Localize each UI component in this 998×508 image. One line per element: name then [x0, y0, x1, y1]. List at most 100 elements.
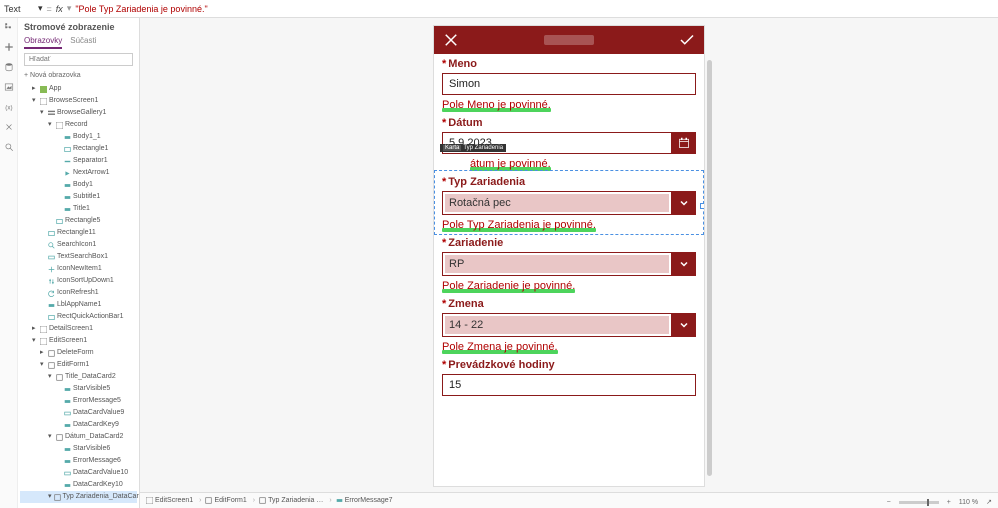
tree-node[interactable]: ErrorMessage5	[20, 395, 137, 407]
zoom-level: 110 %	[959, 499, 978, 506]
tree-list[interactable]: ▸App ▾BrowseScreen1 ▾BrowseGallery1 ▾Rec…	[18, 83, 139, 508]
label-zmena: Zmena	[448, 298, 483, 310]
tree-node[interactable]: ▾EditScreen1	[20, 335, 137, 347]
tree-node[interactable]: ErrorMessage6	[20, 455, 137, 467]
formula-value[interactable]: "Pole Typ Zariadenia je povinné."	[75, 4, 207, 14]
chevron-down-icon[interactable]	[672, 191, 696, 215]
app-topbar	[434, 26, 704, 54]
fx-icon[interactable]: fx	[56, 4, 63, 14]
tree-title: Stromové zobrazenie	[18, 18, 139, 34]
variables-icon[interactable]: (x)	[4, 102, 14, 112]
tree-node[interactable]: ▾Title_DataCard2	[20, 371, 137, 383]
field-zariadenie: *Zariadenie RP Pole Zariadenie je povinn…	[436, 233, 702, 294]
tab-screens[interactable]: Obrazovky	[24, 34, 62, 49]
field-meno: *Meno Pole Meno je povinné.	[436, 54, 702, 113]
breadcrumb-item[interactable]: EditForm1	[205, 497, 255, 504]
tree-node[interactable]: Rectangle5	[20, 215, 137, 227]
tree-node[interactable]: ▾BrowseScreen1	[20, 95, 137, 107]
tree-search-input[interactable]	[24, 53, 133, 66]
tree-node[interactable]: IconRefresh1	[20, 287, 137, 299]
label-meno: Meno	[448, 58, 477, 70]
chevron-down-icon[interactable]: ▾	[38, 3, 43, 14]
left-rail: (x)	[0, 18, 18, 508]
tree-node[interactable]: ▸DeleteForm	[20, 347, 137, 359]
tree-node-app[interactable]: ▸App	[20, 83, 137, 95]
tree-node[interactable]: Rectangle11	[20, 227, 137, 239]
tree-node[interactable]: NextArrow1	[20, 167, 137, 179]
zoom-in-icon[interactable]: +	[947, 499, 951, 506]
tree-node[interactable]: Body1_1	[20, 131, 137, 143]
input-prev[interactable]	[442, 374, 696, 396]
tree-node[interactable]: Title1	[20, 203, 137, 215]
check-icon[interactable]	[678, 31, 696, 49]
close-icon[interactable]	[442, 31, 460, 49]
selection-handle[interactable]	[700, 203, 704, 209]
tree-node[interactable]: StarVisible5	[20, 383, 137, 395]
tree-node[interactable]: Rectangle1	[20, 143, 137, 155]
tree-node[interactable]: ▾EditForm1	[20, 359, 137, 371]
breadcrumb-item[interactable]: Typ Zariadenia …	[259, 497, 332, 504]
tree-view-icon[interactable]	[4, 22, 14, 32]
property-selector[interactable]: Text	[4, 4, 34, 14]
required-asterisk: *	[442, 58, 446, 70]
tree-node[interactable]: DataCardValue9	[20, 407, 137, 419]
formula-bar: Text ▾ = fx ▾ "Pole Typ Zariadenia je po…	[0, 0, 998, 18]
equals-sign: =	[47, 4, 52, 14]
tree-node[interactable]: ▾Record	[20, 119, 137, 131]
new-screen-button[interactable]: + Nová obrazovka	[18, 70, 139, 83]
breadcrumb-item[interactable]: ErrorMessage7	[336, 497, 393, 504]
field-prevadzkove: *Prevádzkové hodiny	[436, 355, 702, 396]
error-zar: Pole Zariadenie je povinné.	[442, 280, 575, 292]
calendar-icon[interactable]	[672, 132, 696, 154]
field-datum: *Dátum KartaTyp Zariadenia átum je povin…	[436, 113, 702, 172]
tree-node[interactable]: IconNewItem1	[20, 263, 137, 275]
error-typ: Pole Typ Zariadenia je povinné.	[442, 219, 596, 231]
zoom-out-icon[interactable]: −	[887, 499, 891, 506]
tree-node[interactable]: Separator1	[20, 155, 137, 167]
chevron-down-icon[interactable]	[672, 252, 696, 276]
tree-node[interactable]: ▾BrowseGallery1	[20, 107, 137, 119]
dropdown-zariadenie[interactable]: RP	[442, 252, 672, 276]
tree-node[interactable]: RectQuickActionBar1	[20, 311, 137, 323]
tree-node-selected[interactable]: ▾Typ Zariadenia_DataCard2	[20, 491, 137, 503]
tree-node[interactable]: TextSearchBox1	[20, 251, 137, 263]
tree-node[interactable]: DataCardKey10	[20, 479, 137, 491]
tree-node[interactable]: Body1	[20, 179, 137, 191]
canvas-area: *Meno Pole Meno je povinné. * Dátum	[140, 18, 998, 508]
label-typ: Typ Zariadenia	[448, 176, 525, 188]
svg-text:(x): (x)	[5, 105, 12, 112]
tree-node[interactable]: DataCardValue10	[20, 467, 137, 479]
breadcrumb-item[interactable]: EditScreen1	[146, 497, 201, 504]
error-zmena: Pole Zmena je povinné.	[442, 341, 558, 353]
input-meno[interactable]	[442, 73, 696, 95]
tree-node[interactable]: SearchIcon1	[20, 239, 137, 251]
tree-node[interactable]: IconSortUpDown1	[20, 275, 137, 287]
status-bar: − + 110 % ↗	[887, 498, 992, 506]
tree-node[interactable]: DataCardKey9	[20, 419, 137, 431]
breadcrumb: EditScreen1 EditForm1 Typ Zariadenia … E…	[140, 492, 998, 508]
media-icon[interactable]	[4, 82, 14, 92]
chevron-down-icon[interactable]	[672, 313, 696, 337]
dropdown-typ[interactable]: Rotačná pec	[442, 191, 672, 215]
label-zar: Zariadenie	[448, 237, 503, 249]
scrollbar[interactable]	[707, 60, 712, 476]
card-tag: KartaTyp Zariadenia	[440, 144, 506, 152]
label-datum: Dátum	[448, 117, 482, 129]
field-typ-zariadenia[interactable]: *Typ Zariadenia Rotačná pec Pole Typ Zar…	[436, 172, 702, 233]
tree-node[interactable]: ▾Dátum_DataCard2	[20, 431, 137, 443]
tree-node[interactable]: ▸DetailScreen1	[20, 323, 137, 335]
tab-components[interactable]: Súčasti	[70, 34, 96, 49]
field-zmena: *Zmena 14 - 22 Pole Zmena je povinné.	[436, 294, 702, 355]
data-icon[interactable]	[4, 62, 14, 72]
search-icon[interactable]	[4, 142, 14, 152]
dropdown-zmena[interactable]: 14 - 22	[442, 313, 672, 337]
tree-node[interactable]: Subtitle1	[20, 191, 137, 203]
popout-icon[interactable]: ↗	[986, 498, 992, 506]
tree-node[interactable]: LblAppName1	[20, 299, 137, 311]
phone-preview: *Meno Pole Meno je povinné. * Dátum	[434, 26, 704, 486]
tree-node[interactable]: StarVisible6	[20, 443, 137, 455]
insert-icon[interactable]	[4, 42, 14, 52]
label-prev: Prevádzkové hodiny	[448, 359, 554, 371]
advanced-icon[interactable]	[4, 122, 14, 132]
error-datum: átum je povinné.	[470, 158, 551, 170]
